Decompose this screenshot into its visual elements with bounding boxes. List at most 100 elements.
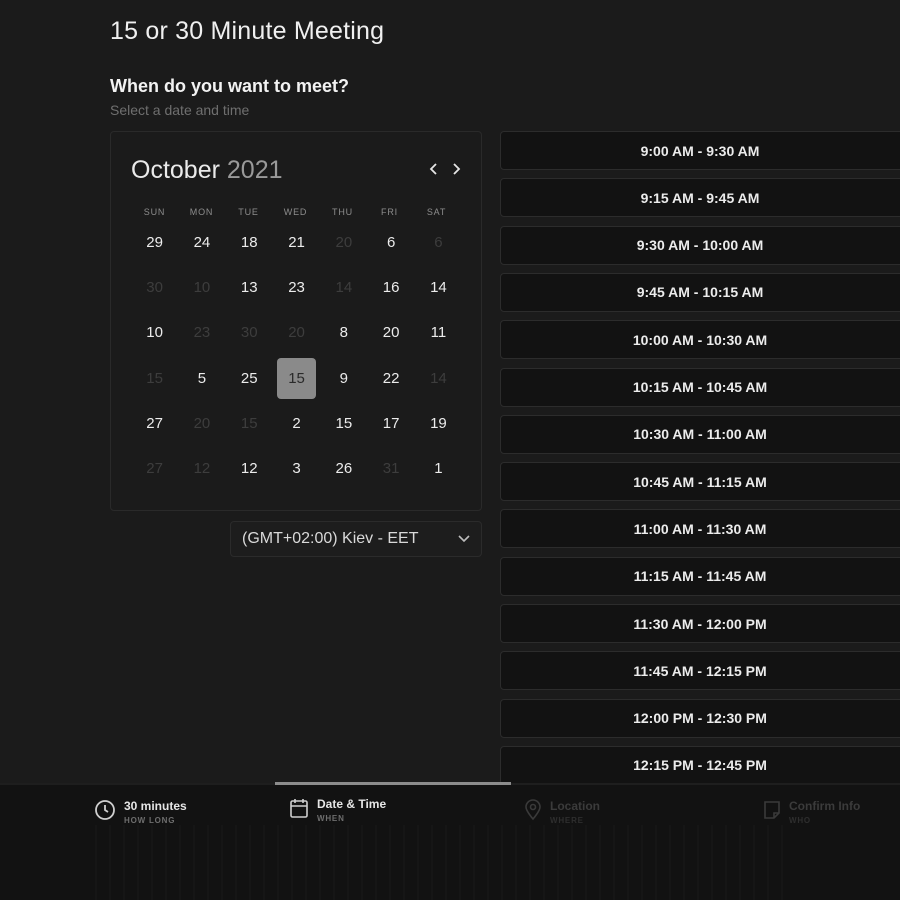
day-number: 16: [382, 279, 400, 297]
calendar-day[interactable]: 9: [320, 356, 367, 401]
calendar-day[interactable]: 13: [226, 265, 273, 310]
footer-decoration: [95, 825, 795, 900]
day-number: 8: [339, 324, 348, 342]
day-number: 12: [193, 460, 211, 478]
location-pin-icon: [525, 799, 541, 821]
calendar-day[interactable]: 6: [367, 220, 414, 265]
day-number: 31: [382, 460, 400, 478]
weekday-label: WED: [283, 207, 308, 217]
weekday-label: MON: [189, 207, 214, 217]
time-slot-button[interactable]: 10:15 AM - 10:45 AM: [500, 367, 900, 407]
chevron-right-icon: [453, 163, 461, 175]
step-sublabel: WHERE: [550, 816, 584, 825]
calendar-day[interactable]: 15: [320, 401, 367, 446]
day-number: 15: [277, 357, 317, 399]
weekday-label: SAT: [426, 207, 447, 217]
clock-icon: [95, 800, 115, 820]
time-slot-list[interactable]: 9:00 AM - 9:30 AM 9:15 AM - 9:45 AM 9:30 A…: [500, 131, 900, 785]
calendar-day[interactable]: 26: [320, 446, 367, 491]
calendar-icon: [290, 799, 308, 818]
calendar: October 2021 SUN MON TUE WED THU FRI SAT 29 24 1…: [110, 131, 482, 511]
day-number: 14: [430, 279, 447, 297]
day-number: 15: [335, 414, 353, 432]
step-label: Confirm Info: [789, 799, 861, 813]
step-who[interactable]: Confirm Info WHO: [763, 799, 860, 825]
time-slot-button[interactable]: 9:15 AM - 9:45 AM: [500, 178, 900, 218]
time-slot-button[interactable]: 11:15 AM - 11:45 AM: [500, 556, 900, 596]
day-number: 14: [335, 279, 353, 297]
calendar-day[interactable]: 12: [226, 446, 273, 491]
day-number: 13: [240, 279, 258, 297]
day-number: 20: [288, 324, 305, 342]
time-slot-button[interactable]: 9:00 AM - 9:30 AM: [500, 131, 900, 170]
calendar-day-unavailable: 14: [320, 265, 367, 310]
calendar-day[interactable]: 5: [178, 356, 225, 401]
day-number: 21: [288, 234, 305, 252]
day-number: 15: [146, 369, 163, 387]
step-sublabel: WHEN: [317, 814, 345, 823]
calendar-day[interactable]: 29: [131, 220, 178, 265]
calendar-day[interactable]: 22: [367, 356, 414, 401]
day-number: 30: [240, 324, 258, 342]
day-number: 5: [197, 369, 207, 387]
step-label: Location: [550, 799, 600, 813]
calendar-day-grid: 29 24 18 21 20 6 6 30 10 13 23 14 16 14 10 23 30 20 8 20 11 1…: [131, 220, 463, 491]
calendar-day[interactable]: 20: [367, 310, 414, 355]
timezone-select[interactable]: (GMT+02:00) Kiev - EET: [230, 521, 482, 557]
day-number: 22: [382, 369, 400, 387]
time-slot-button[interactable]: 11:30 AM - 12:00 PM: [500, 604, 900, 643]
step-when[interactable]: Date & Time WHEN: [289, 797, 386, 823]
calendar-day[interactable]: 11: [415, 310, 462, 355]
next-month-button[interactable]: [451, 158, 461, 182]
time-slot-button[interactable]: 11:00 AM - 11:30 AM: [500, 509, 900, 549]
day-number: 10: [146, 324, 163, 342]
day-number: 20: [193, 414, 211, 432]
calendar-day[interactable]: 1: [415, 446, 462, 491]
time-slot-button[interactable]: 11:45 AM - 12:15 PM: [500, 651, 900, 691]
note-icon: [764, 801, 780, 819]
calendar-day[interactable]: 14: [415, 265, 462, 310]
day-number: 6: [386, 234, 396, 252]
day-number: 25: [240, 369, 258, 387]
step-where[interactable]: Location WHERE: [524, 799, 600, 825]
time-slot-button[interactable]: 9:45 AM - 10:15 AM: [500, 272, 900, 312]
calendar-day[interactable]: 16: [367, 265, 414, 310]
calendar-day-unavailable: 27: [131, 446, 178, 491]
time-slot-button[interactable]: 10:30 AM - 11:00 AM: [500, 414, 900, 454]
calendar-day-selected[interactable]: 15: [273, 356, 320, 401]
calendar-day[interactable]: 27: [131, 401, 178, 446]
day-number: 6: [434, 234, 443, 252]
time-slot-button[interactable]: 12:00 PM - 12:30 PM: [500, 698, 900, 738]
step-how-long[interactable]: 30 minutes HOW LONG: [94, 799, 187, 825]
day-number: 10: [193, 279, 211, 297]
calendar-day[interactable]: 21: [273, 220, 320, 265]
day-number: 1: [434, 460, 443, 478]
day-number: 17: [382, 414, 400, 432]
day-number: 23: [288, 279, 305, 297]
previous-month-button[interactable]: [429, 158, 439, 182]
day-number: 24: [193, 234, 211, 252]
day-number: 23: [193, 324, 211, 342]
calendar-day-unavailable: 31: [367, 446, 414, 491]
calendar-day[interactable]: 17: [367, 401, 414, 446]
calendar-day-unavailable: 20: [273, 310, 320, 355]
calendar-day-unavailable: 12: [178, 446, 225, 491]
day-number: 27: [146, 460, 163, 478]
time-slot-button[interactable]: 12:15 PM - 12:45 PM: [500, 745, 900, 785]
calendar-day-unavailable: 30: [131, 265, 178, 310]
time-slot-button[interactable]: 10:45 AM - 11:15 AM: [500, 462, 900, 502]
calendar-day-unavailable: 30: [226, 310, 273, 355]
calendar-day[interactable]: 3: [273, 446, 320, 491]
calendar-day[interactable]: 19: [415, 401, 462, 446]
calendar-day[interactable]: 24: [178, 220, 225, 265]
day-number: 9: [339, 369, 348, 387]
calendar-day[interactable]: 10: [131, 310, 178, 355]
calendar-day[interactable]: 23: [273, 265, 320, 310]
section-heading: When do you want to meet?: [110, 76, 349, 96]
calendar-day[interactable]: 25: [226, 356, 273, 401]
time-slot-button[interactable]: 9:30 AM - 10:00 AM: [500, 225, 900, 265]
time-slot-button[interactable]: 10:00 AM - 10:30 AM: [500, 320, 900, 360]
calendar-day[interactable]: 18: [226, 220, 273, 265]
calendar-day[interactable]: 8: [320, 310, 367, 355]
calendar-day[interactable]: 2: [273, 401, 320, 446]
